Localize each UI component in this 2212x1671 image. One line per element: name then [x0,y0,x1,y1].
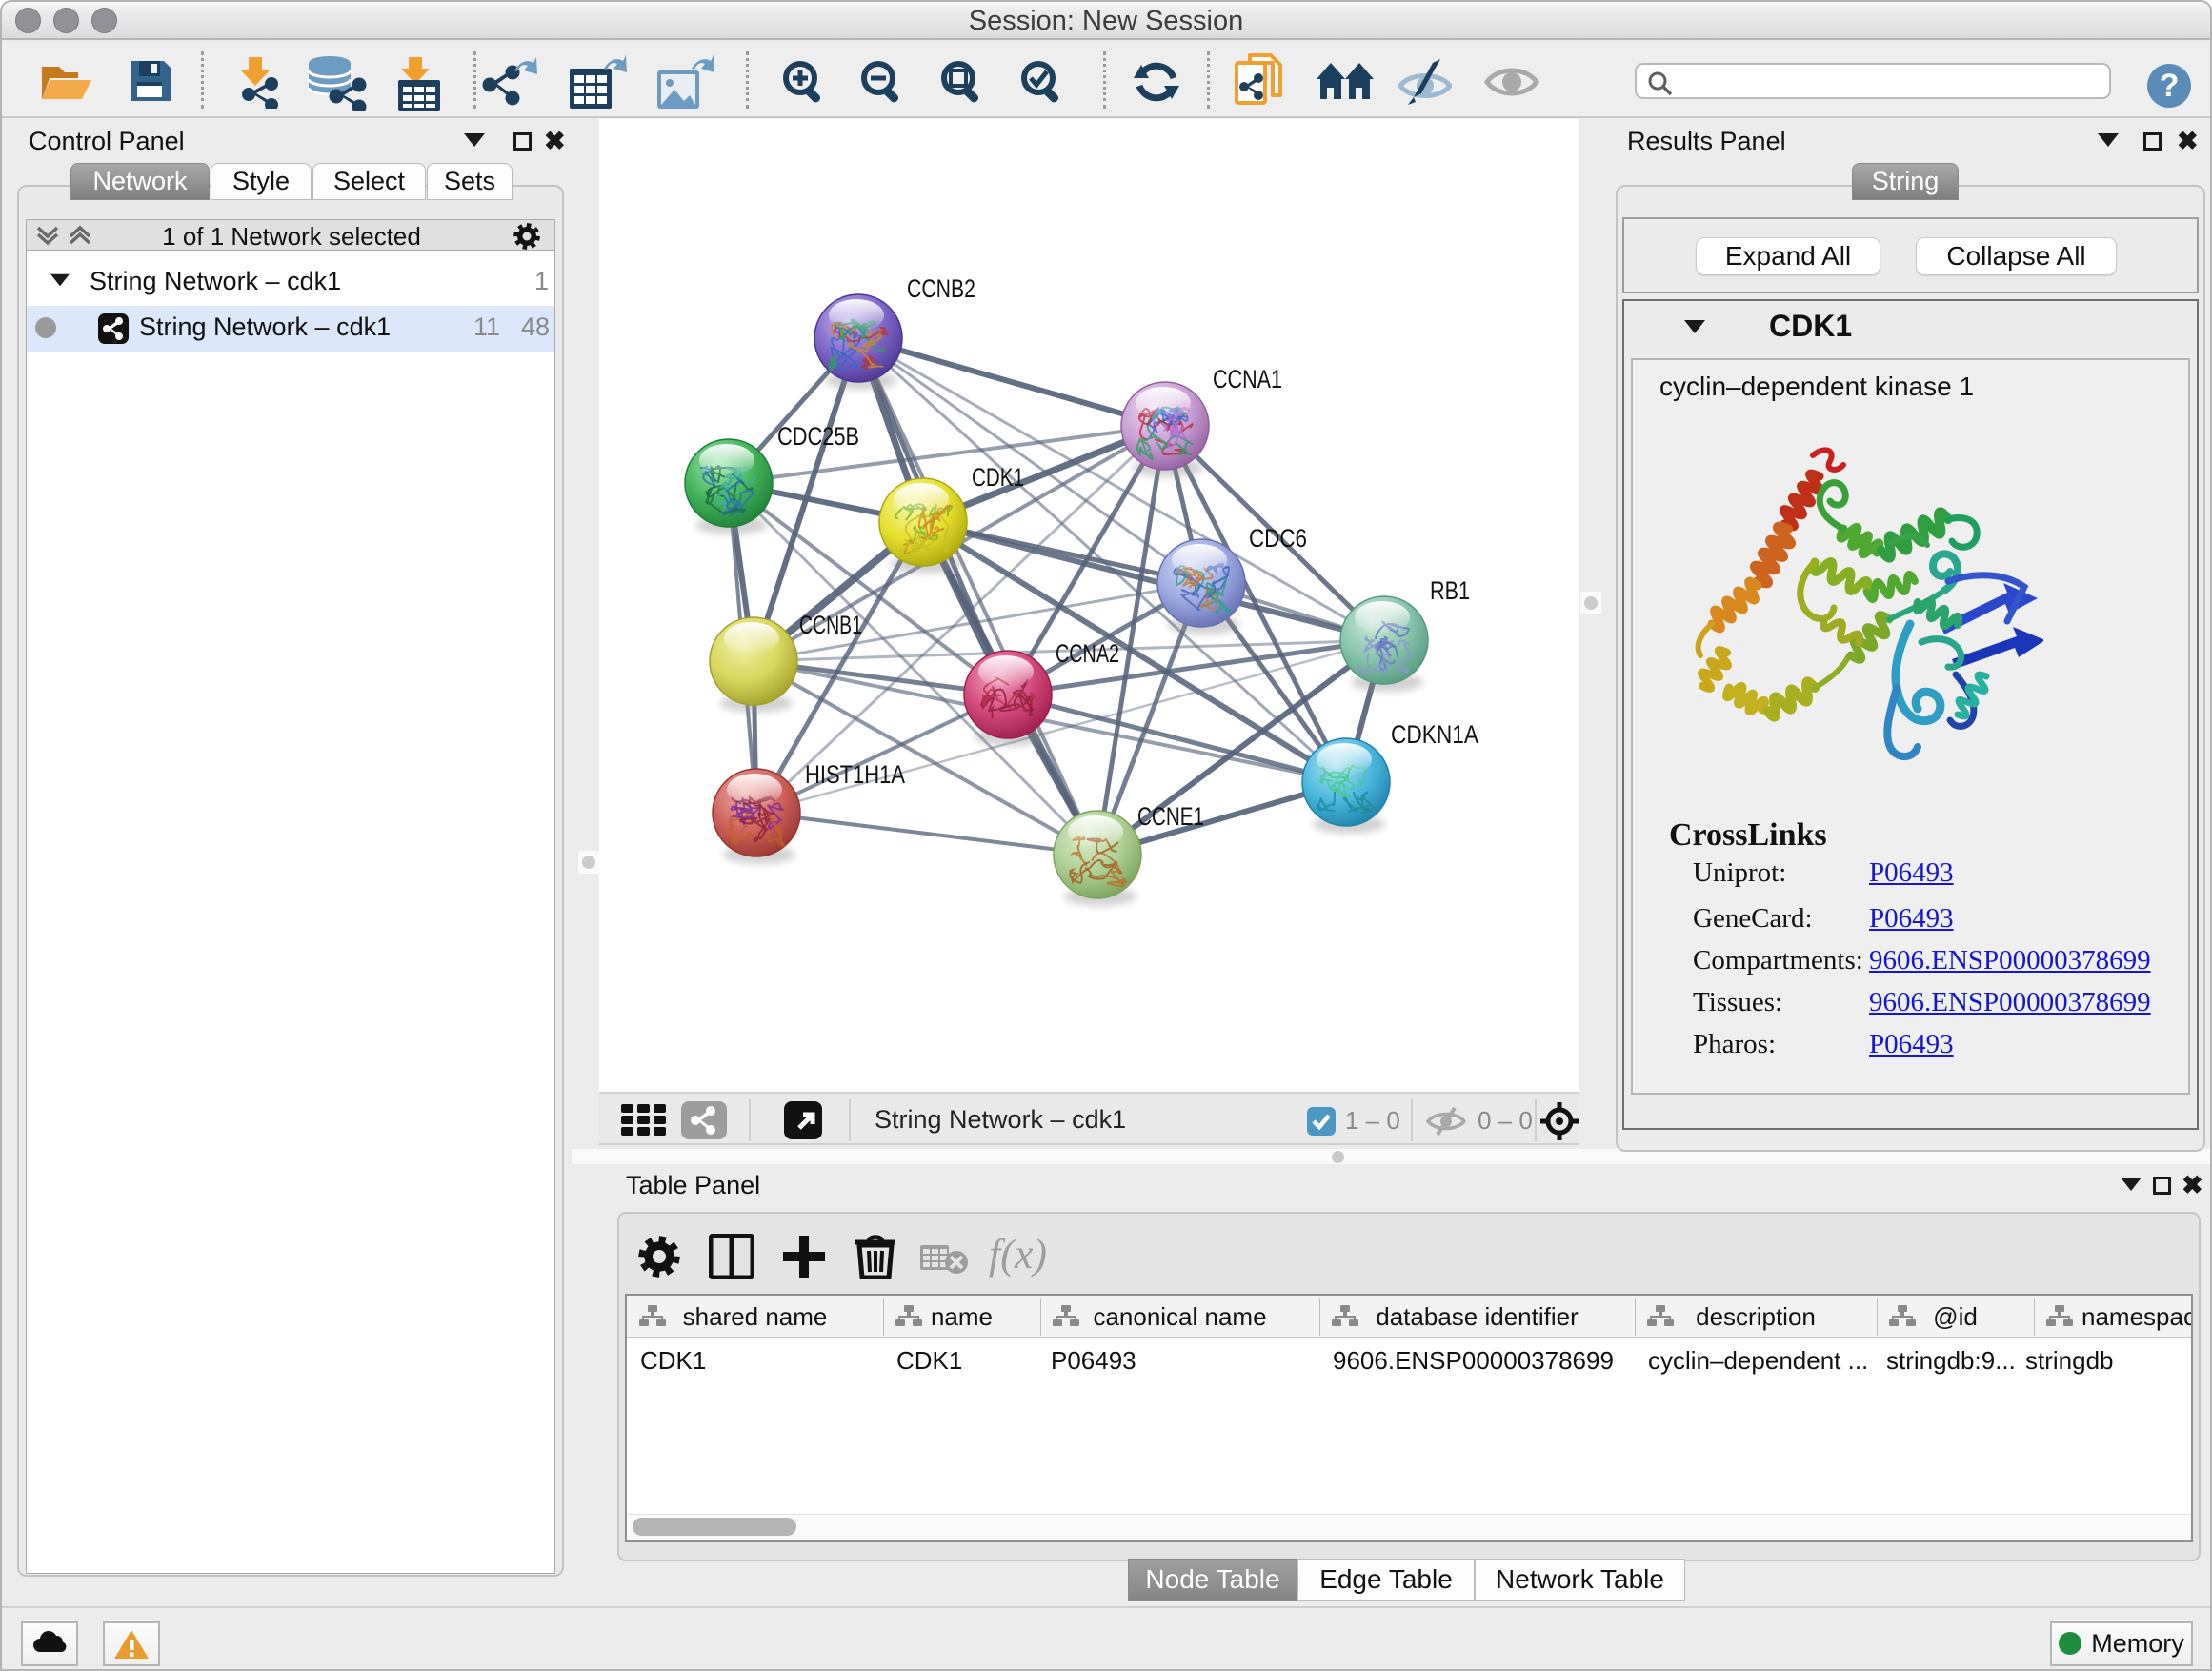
svg-text:CCNB1: CCNB1 [799,611,862,639]
svg-text:CDKN1A: CDKN1A [1391,720,1478,749]
svg-text:CDC6: CDC6 [1249,524,1307,553]
svg-text:CCNA2: CCNA2 [1056,639,1119,668]
svg-text:HIST1H1A: HIST1H1A [805,760,905,789]
svg-text:CCNB2: CCNB2 [907,274,975,303]
svg-text:CDK1: CDK1 [972,463,1024,492]
svg-text:CDC25B: CDC25B [777,422,859,451]
svg-text:RB1: RB1 [1430,576,1470,605]
svg-text:CCNE1: CCNE1 [1137,802,1204,831]
svg-text:CCNA1: CCNA1 [1213,365,1282,393]
